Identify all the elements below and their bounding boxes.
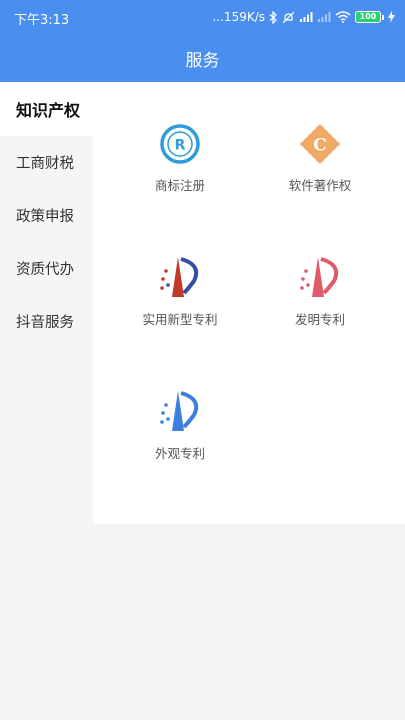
signal-icon [299,11,313,23]
sidebar-item-business-tax[interactable]: 工商财税 [0,136,93,189]
status-icons: ...159K/s 100 [212,8,395,26]
patent-design-icon [156,388,204,436]
patent-utility-icon [156,254,204,302]
sidebar-item-policy[interactable]: 政策申报 [0,189,93,242]
patent-invention-icon [296,254,344,302]
service-panel: R 商标注册 C 软件著作权 实用新型专利 发明专利 外观专利 [93,82,405,524]
battery-icon: 100 [355,11,384,23]
wifi-icon [335,11,351,23]
network-speed: ...159K/s [212,10,265,24]
battery-level: 100 [355,11,381,23]
service-utility-patent[interactable]: 实用新型专利 [105,254,255,328]
sidebar-item-ip[interactable]: 知识产权 [0,82,93,136]
service-label: 实用新型专利 [142,312,218,327]
service-label: 商标注册 [154,178,205,193]
status-bar: 下午3:13 ...159K/s 100 [0,0,405,34]
copyright-diamond-icon: C [296,120,344,168]
charging-icon [388,11,395,23]
service-label: 软件著作权 [288,178,352,193]
sidebar-item-qualification[interactable]: 资质代办 [0,242,93,295]
svg-text:C: C [313,136,327,156]
signal-weak-icon [317,11,331,23]
status-time: 下午3:13 [14,13,70,28]
sidebar-item-label: 抖音服务 [16,315,74,331]
service-label: 发明专利 [294,312,345,327]
service-invention-patent[interactable]: 发明专利 [245,254,395,328]
sidebar-item-douyin[interactable]: 抖音服务 [0,295,93,348]
app-header: 下午3:13 ...159K/s 100 服务 [0,0,405,82]
sidebar-item-label: 政策申报 [16,209,74,225]
registered-trademark-icon: R [156,120,204,168]
category-sidebar: 知识产权 工商财税 政策申报 资质代办 抖音服务 [0,82,93,720]
sidebar-item-label: 知识产权 [16,101,81,120]
service-trademark[interactable]: R 商标注册 [105,120,255,194]
svg-text:R: R [175,138,186,154]
sidebar-item-label: 资质代办 [16,262,74,278]
sidebar-item-label: 工商财税 [16,156,74,172]
service-software-copyright[interactable]: C 软件著作权 [245,120,395,194]
service-design-patent[interactable]: 外观专利 [105,388,255,462]
service-label: 外观专利 [154,446,205,461]
page-title: 服务 [185,51,220,71]
bluetooth-icon [269,10,278,24]
mute-icon [282,11,295,24]
